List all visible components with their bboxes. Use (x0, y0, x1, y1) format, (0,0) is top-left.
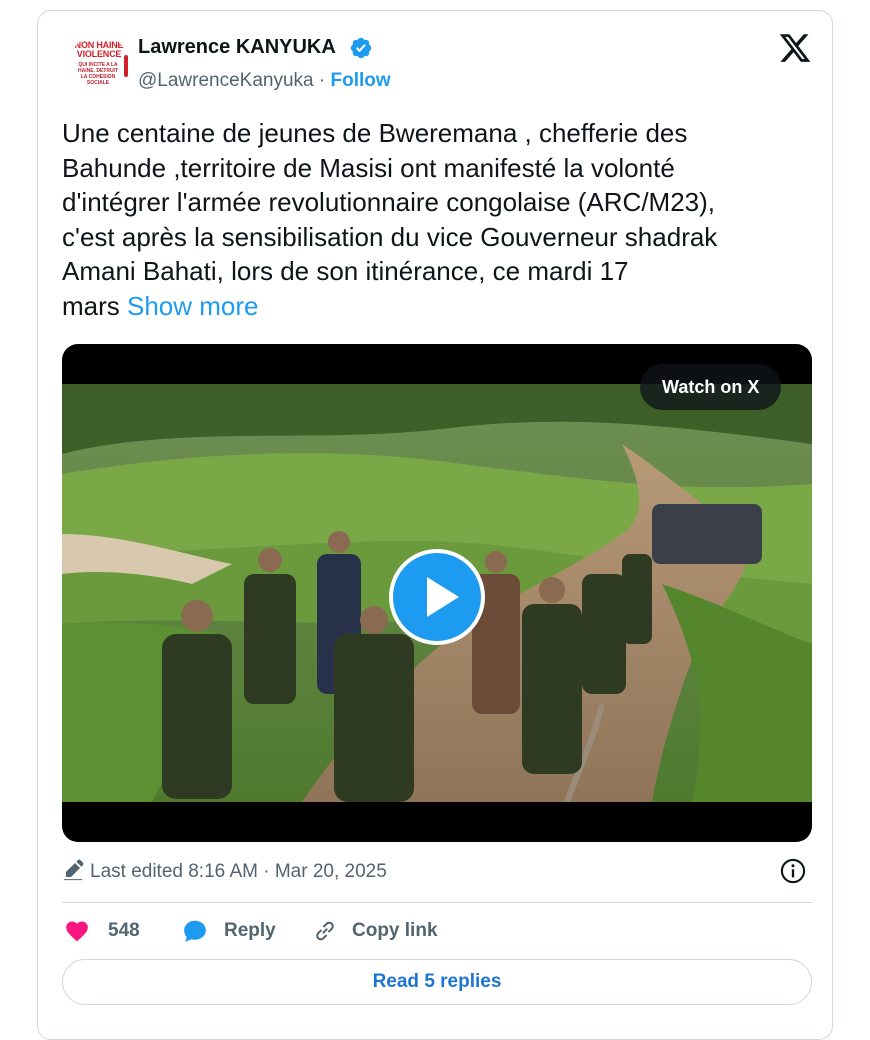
info-icon[interactable] (779, 857, 807, 885)
copy-link-label: Copy link (352, 920, 438, 941)
last-edited[interactable]: Last edited 8:16 AM · Mar 20, 2025 (62, 859, 387, 883)
reply-button[interactable]: Reply (180, 911, 290, 951)
avatar-text-line3: QUI INCITE A LA HAINE, DETRUIT LA COHESI… (78, 62, 118, 86)
pencil-icon (63, 859, 84, 881)
read-replies-button[interactable]: Read 5 replies (62, 959, 812, 1005)
divider (62, 902, 812, 903)
verified-badge-icon (350, 37, 372, 59)
avatar-accent-bar (124, 55, 128, 77)
tweet-text: Une centaine de jeunes de Bweremana , ch… (62, 116, 812, 323)
video-player[interactable]: Watch on X (62, 344, 812, 842)
x-logo-icon[interactable] (778, 31, 812, 65)
avatar-text-line2: VIOLENCE (76, 49, 122, 59)
like-count: 548 (108, 920, 140, 941)
like-button[interactable]: 548 (62, 911, 152, 951)
play-icon[interactable] (389, 549, 485, 645)
last-edited-text: Last edited 8:16 AM · Mar 20, 2025 (90, 861, 387, 882)
link-icon (316, 921, 334, 941)
avatar[interactable]: NON HAINE VIOLENCE QUI INCITE A LA HAINE… (68, 35, 130, 97)
reply-label: Reply (224, 920, 276, 941)
handle-row: @LawrenceKanyuka · Follow (138, 70, 391, 92)
follow-button[interactable]: Follow (331, 70, 391, 91)
watch-on-x-button[interactable]: Watch on X (640, 364, 782, 410)
handle-separator: · (313, 70, 331, 91)
reply-bubble-icon (184, 920, 206, 942)
author-name[interactable]: Lawrence KANYUKA (138, 36, 336, 59)
tweet-card: NON HAINE VIOLENCE QUI INCITE A LA HAINE… (37, 10, 833, 1040)
heart-icon (66, 921, 88, 942)
copy-link-button[interactable]: Copy link (310, 911, 450, 951)
author-handle[interactable]: @LawrenceKanyuka (138, 70, 314, 91)
show-more-link[interactable]: Show more (127, 291, 259, 321)
